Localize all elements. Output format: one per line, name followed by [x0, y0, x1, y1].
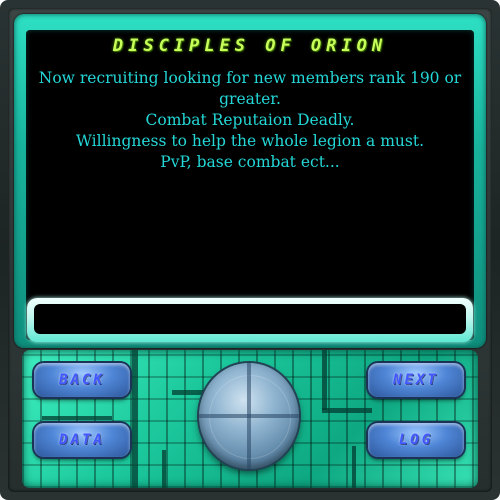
- message-line: Combat Reputaion Deadly.: [145, 111, 355, 129]
- data-button[interactable]: DATA: [34, 423, 130, 457]
- message-line: PvP, base combat ect...: [160, 153, 340, 171]
- message-line: Now recruiting looking for new members r…: [38, 69, 462, 87]
- chat-input[interactable]: [34, 304, 466, 334]
- message-line: Willingness to help the whole legion a m…: [76, 132, 424, 150]
- message-line: greater.: [219, 90, 281, 108]
- next-button[interactable]: NEXT: [368, 363, 464, 397]
- circuit-trace: [42, 416, 112, 420]
- circuit-trace: [322, 350, 327, 410]
- circuit-trace: [162, 450, 166, 488]
- back-button[interactable]: BACK: [34, 363, 130, 397]
- dial-crosshair-vertical: [247, 363, 251, 469]
- log-button[interactable]: LOG: [368, 423, 464, 457]
- circuit-trace: [352, 446, 356, 488]
- circuit-trace: [132, 350, 138, 488]
- circuit-trace: [322, 408, 372, 413]
- message-body: Now recruiting looking for new members r…: [36, 68, 464, 173]
- dial-icon[interactable]: [199, 363, 299, 469]
- window-title: DISCIPLES OF ORION: [112, 36, 388, 56]
